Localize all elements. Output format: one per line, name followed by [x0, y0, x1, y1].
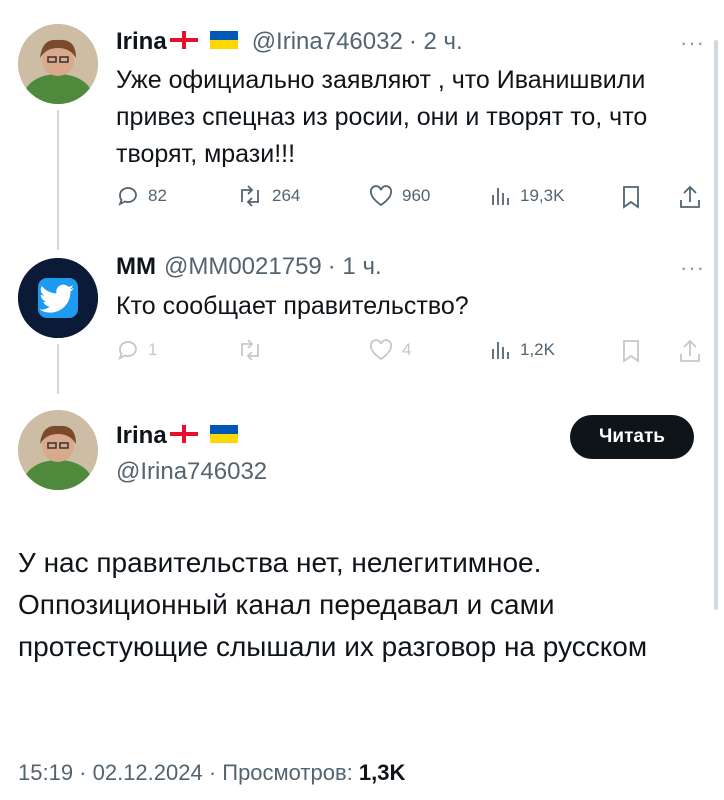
like-icon: [369, 185, 393, 207]
like-button[interactable]: 960: [368, 184, 430, 208]
like-button[interactable]: 4: [368, 338, 411, 362]
reply-button[interactable]: 82: [116, 184, 167, 208]
bookmark-icon: [623, 186, 639, 209]
bookmark-button[interactable]: [620, 184, 642, 210]
avatar[interactable]: [18, 24, 98, 104]
more-icon[interactable]: ···: [680, 255, 705, 281]
reply-count: 82: [148, 186, 167, 205]
follow-button[interactable]: Читать: [570, 415, 694, 459]
main-tweet-text: У нас правительства нет, нелегитимное. О…: [18, 547, 648, 662]
tweet-text: Кто сообщает правительство?: [116, 292, 469, 320]
share-icon: [680, 339, 700, 362]
bookmark-icon: [623, 340, 639, 363]
tweet-meta: 15:19 · 02.12.2024 · Просмотров: 1,3K: [18, 760, 405, 786]
like-count: 4: [402, 340, 412, 359]
thread-line: [57, 344, 59, 394]
tweet-header: MM @MM0021759 · 1 ч.: [116, 253, 382, 281]
timestamp[interactable]: 15:19 · 02.12.2024 · Просмотров:: [18, 760, 359, 785]
post-time[interactable]: · 2 ч.: [409, 28, 463, 56]
like-icon: [369, 339, 393, 361]
scrollbar[interactable]: [714, 40, 718, 610]
reply-button[interactable]: 1: [116, 338, 157, 362]
avatar[interactable]: [18, 258, 98, 338]
tweet-text: Уже официально заявляют , что Иванишвили…: [116, 66, 648, 168]
like-count: 960: [402, 186, 431, 205]
retweet-button[interactable]: 264: [236, 184, 300, 208]
share-button[interactable]: [678, 184, 702, 210]
views-icon: [492, 188, 509, 205]
share-button[interactable]: [678, 338, 702, 364]
thread-line: [57, 110, 59, 250]
views-button[interactable]: 1,2K: [488, 338, 555, 362]
ukraine-flag-icon: [209, 422, 238, 450]
views-button[interactable]: 19,3K: [488, 184, 564, 208]
bookmark-button[interactable]: [620, 338, 642, 364]
reply-count: 1: [148, 340, 158, 359]
avatar[interactable]: [18, 410, 98, 490]
views-count: 1,2K: [520, 340, 555, 359]
views-total: 1,3K: [358, 760, 406, 785]
retweet-count: 264: [272, 186, 301, 205]
author-handle[interactable]: @Irina746032: [252, 28, 403, 56]
tweet-header: Irina: [116, 422, 238, 450]
tweet-header: Irina @Irina746032 · 2 ч.: [116, 28, 463, 56]
views-icon: [492, 342, 509, 359]
author-name[interactable]: Irina: [116, 422, 167, 450]
retweet-button[interactable]: [236, 338, 264, 362]
more-icon[interactable]: ···: [680, 30, 705, 56]
author-name[interactable]: Irina: [116, 28, 167, 56]
author-name[interactable]: MM: [116, 253, 156, 281]
reply-icon: [118, 341, 137, 360]
author-handle[interactable]: @Irina746032: [116, 458, 267, 486]
georgia-flag-icon: [169, 28, 198, 56]
retweet-icon: [241, 185, 259, 207]
georgia-flag-icon: [169, 422, 198, 450]
ukraine-flag-icon: [209, 28, 238, 56]
reply-icon: [118, 187, 137, 206]
author-handle[interactable]: @MM0021759: [164, 253, 322, 281]
views-count: 19,3K: [520, 186, 565, 205]
post-time[interactable]: · 1 ч.: [328, 253, 382, 281]
retweet-icon: [241, 339, 259, 361]
share-icon: [680, 185, 700, 208]
